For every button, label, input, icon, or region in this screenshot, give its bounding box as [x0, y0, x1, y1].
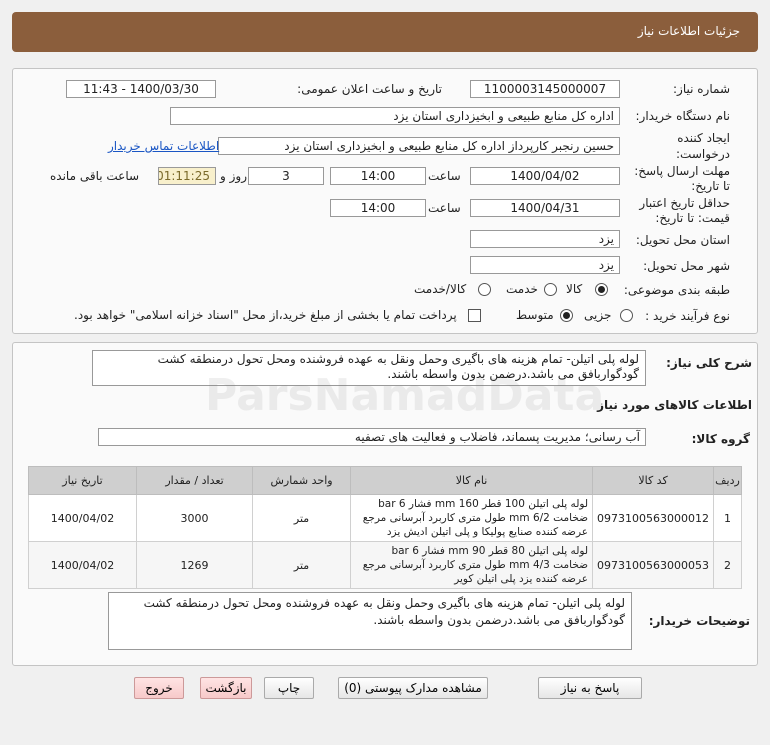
col-row-header: ردیف	[713, 466, 742, 495]
treasury-checkbox[interactable]	[468, 309, 481, 322]
item-date: 1400/04/02	[27, 541, 138, 589]
buyer-notes-label: توضیحات خریدار:	[648, 614, 750, 628]
col-date-header: تاریخ نیاز	[27, 466, 138, 495]
category-radio-goods[interactable]	[595, 283, 608, 296]
validity-date-field[interactable]: 1400/04/31	[470, 199, 620, 217]
page-header: جزئیات اطلاعات نیاز	[12, 12, 758, 52]
summary-label: شرح کلی نیاز:	[666, 356, 752, 370]
reply-time-field[interactable]: 14:00	[330, 167, 426, 185]
item-date: 1400/04/02	[27, 494, 138, 542]
remaining-time-label: ساعت باقی مانده	[50, 169, 140, 183]
reply-deadline-label: مهلت ارسال پاسخ: تا تاریخ:	[634, 164, 730, 193]
category-option-goods: کالا	[566, 282, 583, 296]
category-radio-service[interactable]	[544, 283, 557, 296]
row-number: 1	[713, 494, 742, 542]
validity-time-label: ساعت	[428, 201, 461, 215]
payment-note: پرداخت تمام یا بخشی از مبلغ خرید،از محل …	[74, 308, 457, 322]
item-name: لوله پلی اتیلن 100 قطر 160 mm فشار 6 bar…	[350, 494, 594, 542]
item-unit: متر	[252, 541, 352, 589]
city-field[interactable]: یزد	[470, 256, 620, 274]
goods-group-label: گروه کالا:	[691, 432, 750, 446]
days-field[interactable]: 3	[248, 167, 324, 185]
page-title: جزئیات اطلاعات نیاز	[637, 24, 740, 38]
creator-label: ایجاد کننده درخواست:	[676, 131, 730, 161]
goods-group-field[interactable]: آب رسانی؛ مدیریت پسماند، فاضلاب و فعالیت…	[98, 428, 646, 446]
item-qty: 1269	[136, 541, 254, 589]
buyer-notes-text: لوله پلی اتیلن- تمام هزینه های باگیری وح…	[108, 592, 632, 650]
remaining-time-field: 01:11:25	[158, 167, 216, 185]
validity-time-field[interactable]: 14:00	[330, 199, 426, 217]
category-label: طبقه بندی موضوعی:	[623, 283, 730, 297]
need-number-field[interactable]: 1100003145000007	[470, 80, 620, 98]
process-radio-minor[interactable]	[620, 309, 633, 322]
process-label: نوع فرآیند خرید :	[645, 309, 730, 323]
items-section-title: اطلاعات کالاهای مورد نیاز	[597, 398, 752, 412]
exit-button[interactable]: خروج	[134, 677, 184, 699]
category-option-service: خدمت	[506, 282, 538, 296]
item-code: 0973100563000012	[592, 494, 714, 542]
reply-time-label: ساعت	[428, 169, 461, 183]
process-option-medium: متوسط	[516, 308, 554, 322]
province-field[interactable]: یزد	[470, 230, 620, 248]
col-qty-header: تعداد / مقدار	[136, 466, 254, 495]
item-qty: 3000	[136, 494, 254, 542]
creator-field[interactable]: حسین رنجبر کارپرداز اداره کل منابع طبیعی…	[218, 137, 620, 155]
item-code: 0973100563000053	[592, 541, 714, 589]
attachments-button[interactable]: مشاهده مدارک پیوستی (0)	[338, 677, 488, 699]
buyer-label: نام دستگاه خریدار:	[635, 109, 731, 123]
table-header-row: ردیف کد کالا نام کالا واحد شمارش تعداد /…	[27, 466, 742, 495]
summary-text: لوله پلی اتیلن- تمام هزینه های باگیری وح…	[92, 350, 646, 386]
city-label: شهر محل تحویل:	[643, 259, 730, 273]
col-name-header: نام کالا	[350, 466, 594, 495]
col-unit-header: واحد شمارش	[252, 466, 352, 495]
category-option-both: کالا/خدمت	[414, 282, 467, 296]
reply-date-field[interactable]: 1400/04/02	[470, 167, 620, 185]
contact-buyer-link[interactable]: اطلاعات تماس خریدار	[108, 139, 219, 153]
need-number-label: شماره نیاز:	[673, 82, 730, 96]
reply-button[interactable]: پاسخ به نیاز	[538, 677, 642, 699]
process-option-minor: جزیی	[584, 308, 612, 322]
row-number: 2	[713, 541, 742, 589]
validity-label: حداقل تاریخ اعتبار قیمت: تا تاریخ:	[639, 196, 730, 225]
items-table: ردیف کد کالا نام کالا واحد شمارش تعداد /…	[27, 466, 742, 589]
item-name: لوله پلی اتیلن 80 قطر 90 mm فشار 6 bar ض…	[350, 541, 594, 589]
announce-label: تاریخ و ساعت اعلان عمومی:	[297, 82, 442, 96]
province-label: استان محل تحویل:	[635, 233, 730, 247]
col-code-header: کد کالا	[592, 466, 714, 495]
days-label: روز و	[220, 169, 247, 183]
table-row[interactable]: 1 0973100563000012 لوله پلی اتیلن 100 قط…	[27, 494, 742, 542]
announce-field[interactable]: 1400/03/30 - 11:43	[66, 80, 216, 98]
category-radio-both[interactable]	[478, 283, 491, 296]
table-row[interactable]: 2 0973100563000053 لوله پلی اتیلن 80 قطر…	[27, 541, 742, 589]
print-button[interactable]: چاپ	[264, 677, 314, 699]
buyer-field[interactable]: اداره کل منابع طبیعی و ابخیزداری استان ی…	[170, 107, 620, 125]
item-unit: متر	[252, 494, 352, 542]
process-radio-medium[interactable]	[560, 309, 573, 322]
back-button[interactable]: بازگشت	[200, 677, 252, 699]
